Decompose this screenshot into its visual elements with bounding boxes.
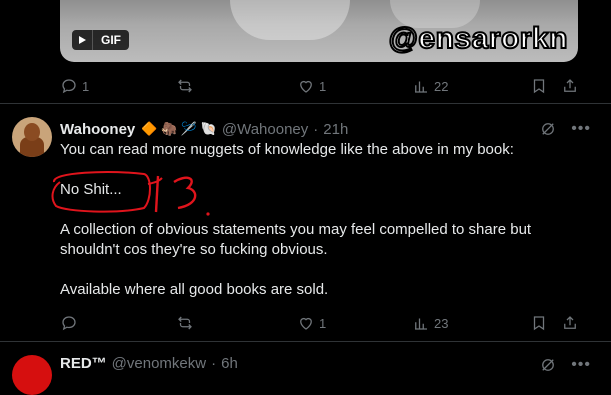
grok-icon[interactable] bbox=[539, 356, 557, 374]
more-options-icon[interactable]: ••• bbox=[571, 120, 591, 138]
repost-icon bbox=[178, 316, 192, 330]
red-scribble-annotation bbox=[51, 171, 210, 216]
post-time[interactable]: 6h bbox=[221, 355, 238, 372]
share-button[interactable] bbox=[561, 313, 579, 333]
views-icon bbox=[415, 318, 427, 330]
heart-icon bbox=[300, 80, 312, 93]
views-count: 22 bbox=[434, 78, 449, 94]
profile-badges: 🔶 🦣 🪡 🐚 bbox=[141, 121, 217, 136]
post-body: You can read more nuggets of knowledge l… bbox=[60, 140, 560, 300]
like-count: 1 bbox=[319, 78, 327, 94]
views-button[interactable]: 23 bbox=[412, 313, 448, 333]
post-divider bbox=[0, 341, 611, 342]
post-divider bbox=[0, 103, 611, 104]
post-text-line: Available where all good books are sold. bbox=[60, 281, 329, 298]
like-button[interactable]: 1 bbox=[297, 76, 326, 96]
reply-count: 1 bbox=[82, 78, 90, 94]
repost-button[interactable] bbox=[176, 313, 198, 333]
like-button[interactable]: 1 bbox=[297, 313, 326, 333]
author-handle[interactable]: @Wahooney bbox=[222, 121, 308, 138]
post-time[interactable]: 21h bbox=[323, 121, 348, 138]
grok-icon[interactable] bbox=[539, 120, 557, 138]
separator-dot: · bbox=[211, 355, 217, 372]
reply-button[interactable]: 1 bbox=[60, 76, 89, 96]
views-button[interactable]: 22 bbox=[412, 76, 448, 96]
reply-icon bbox=[62, 79, 76, 94]
post-text-line: You can read more nuggets of knowledge l… bbox=[60, 141, 514, 158]
separator-dot: · bbox=[313, 120, 319, 138]
share-button[interactable] bbox=[561, 76, 579, 96]
avatar-face bbox=[24, 123, 40, 141]
heart-icon bbox=[300, 317, 312, 330]
post-header: Wahooney 🔶 🦣 🪡 🐚 @Wahooney · 21h bbox=[60, 119, 348, 139]
avatar[interactable] bbox=[12, 117, 52, 157]
repost-button[interactable] bbox=[176, 76, 198, 96]
bookmark-button[interactable] bbox=[530, 313, 548, 333]
post-action-bar: 1 23 bbox=[60, 313, 580, 333]
gif-badge[interactable]: GIF bbox=[72, 30, 129, 50]
more-options-icon[interactable]: ••• bbox=[571, 356, 591, 374]
avatar[interactable] bbox=[12, 355, 52, 395]
author-name[interactable]: RED™ bbox=[60, 355, 107, 372]
bookmark-button[interactable] bbox=[530, 76, 548, 96]
gif-label: GIF bbox=[101, 33, 121, 47]
share-icon bbox=[564, 316, 576, 329]
media-watermark: @ensarorkn bbox=[388, 21, 569, 56]
bookmark-icon bbox=[533, 316, 545, 331]
post-action-bar: 1 1 22 bbox=[60, 76, 580, 96]
share-icon bbox=[564, 79, 576, 92]
post-text-line: A collection of obvious statements you m… bbox=[60, 221, 532, 258]
gif-media[interactable]: GIF @ensarorkn bbox=[60, 0, 578, 62]
post-header: RED™ @venomkekw · 6h bbox=[60, 355, 238, 372]
post-header-actions: ••• bbox=[539, 120, 591, 138]
repost-icon bbox=[178, 79, 192, 93]
bookmark-icon bbox=[533, 79, 545, 94]
play-icon[interactable] bbox=[72, 30, 92, 50]
views-count: 23 bbox=[434, 315, 449, 331]
like-count: 1 bbox=[319, 315, 327, 331]
reply-icon bbox=[62, 316, 76, 331]
author-handle[interactable]: @venomkekw bbox=[112, 355, 206, 372]
views-icon bbox=[415, 81, 427, 93]
reply-button[interactable] bbox=[60, 313, 82, 333]
media-highlight bbox=[230, 0, 350, 40]
badge-divider bbox=[92, 30, 93, 50]
author-name[interactable]: Wahooney bbox=[60, 121, 135, 138]
post-header-actions: ••• bbox=[539, 356, 591, 374]
